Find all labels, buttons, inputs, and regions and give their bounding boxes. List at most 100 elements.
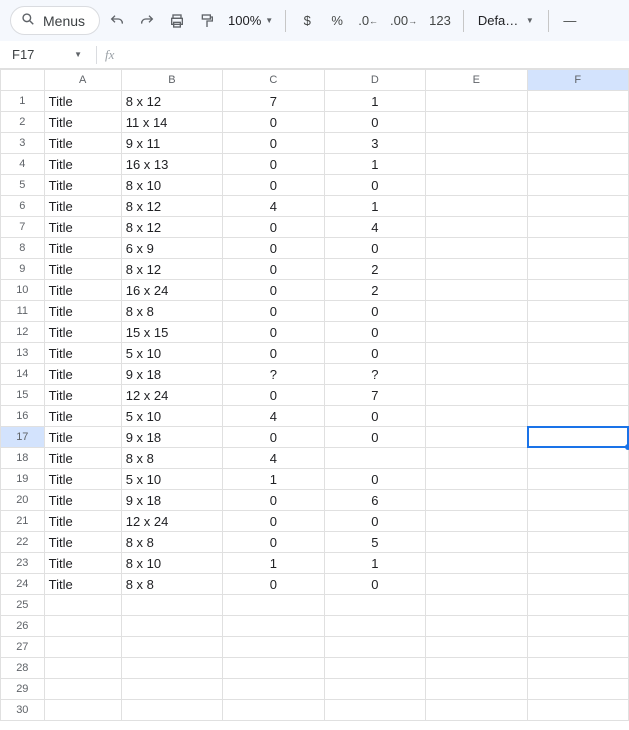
cell-E18[interactable] bbox=[426, 448, 527, 469]
cell-A11[interactable]: Title bbox=[44, 301, 121, 322]
cell-C13[interactable]: 0 bbox=[223, 343, 324, 364]
row-header-5[interactable]: 5 bbox=[1, 175, 45, 196]
cell-F2[interactable] bbox=[527, 112, 628, 133]
cell-E20[interactable] bbox=[426, 490, 527, 511]
cell-E12[interactable] bbox=[426, 322, 527, 343]
cell-F19[interactable] bbox=[527, 469, 628, 490]
cell-F17[interactable] bbox=[527, 427, 628, 448]
cell-C4[interactable]: 0 bbox=[223, 154, 324, 175]
cell-D11[interactable]: 0 bbox=[324, 301, 425, 322]
cell-F10[interactable] bbox=[527, 280, 628, 301]
cell-B13[interactable]: 5 x 10 bbox=[121, 343, 222, 364]
row-header-3[interactable]: 3 bbox=[1, 133, 45, 154]
cell-C15[interactable]: 0 bbox=[223, 385, 324, 406]
cell-F20[interactable] bbox=[527, 490, 628, 511]
cell-D6[interactable]: 1 bbox=[324, 196, 425, 217]
cell-B7[interactable]: 8 x 12 bbox=[121, 217, 222, 238]
row-header-21[interactable]: 21 bbox=[1, 511, 45, 532]
cell-A20[interactable]: Title bbox=[44, 490, 121, 511]
cell-E11[interactable] bbox=[426, 301, 527, 322]
column-header-A[interactable]: A bbox=[44, 70, 121, 91]
cell-E25[interactable] bbox=[426, 595, 527, 616]
cell-C12[interactable]: 0 bbox=[223, 322, 324, 343]
cell-B24[interactable]: 8 x 8 bbox=[121, 574, 222, 595]
cell-D2[interactable]: 0 bbox=[324, 112, 425, 133]
cell-A1[interactable]: Title bbox=[44, 91, 121, 112]
cell-F21[interactable] bbox=[527, 511, 628, 532]
cell-F9[interactable] bbox=[527, 259, 628, 280]
cell-E28[interactable] bbox=[426, 658, 527, 679]
cell-C24[interactable]: 0 bbox=[223, 574, 324, 595]
cell-B12[interactable]: 15 x 15 bbox=[121, 322, 222, 343]
cell-A9[interactable]: Title bbox=[44, 259, 121, 280]
cell-F26[interactable] bbox=[527, 616, 628, 637]
cell-B30[interactable] bbox=[121, 700, 222, 721]
cell-F5[interactable] bbox=[527, 175, 628, 196]
cell-D30[interactable] bbox=[324, 700, 425, 721]
row-header-24[interactable]: 24 bbox=[1, 574, 45, 595]
cell-E2[interactable] bbox=[426, 112, 527, 133]
cell-B1[interactable]: 8 x 12 bbox=[121, 91, 222, 112]
cell-E29[interactable] bbox=[426, 679, 527, 700]
cell-A18[interactable]: Title bbox=[44, 448, 121, 469]
cell-D27[interactable] bbox=[324, 637, 425, 658]
cell-E27[interactable] bbox=[426, 637, 527, 658]
cell-E22[interactable] bbox=[426, 532, 527, 553]
cell-E19[interactable] bbox=[426, 469, 527, 490]
cell-B25[interactable] bbox=[121, 595, 222, 616]
cell-E1[interactable] bbox=[426, 91, 527, 112]
cell-E17[interactable] bbox=[426, 427, 527, 448]
cell-F4[interactable] bbox=[527, 154, 628, 175]
cell-F14[interactable] bbox=[527, 364, 628, 385]
cell-F28[interactable] bbox=[527, 658, 628, 679]
cell-B6[interactable]: 8 x 12 bbox=[121, 196, 222, 217]
cell-B20[interactable]: 9 x 18 bbox=[121, 490, 222, 511]
row-header-28[interactable]: 28 bbox=[1, 658, 45, 679]
cell-A22[interactable]: Title bbox=[44, 532, 121, 553]
decrease-decimal-button[interactable]: .0← bbox=[354, 8, 382, 34]
cell-D15[interactable]: 7 bbox=[324, 385, 425, 406]
cell-C9[interactable]: 0 bbox=[223, 259, 324, 280]
cell-D25[interactable] bbox=[324, 595, 425, 616]
row-header-23[interactable]: 23 bbox=[1, 553, 45, 574]
cell-E5[interactable] bbox=[426, 175, 527, 196]
cell-C1[interactable]: 7 bbox=[223, 91, 324, 112]
cell-C16[interactable]: 4 bbox=[223, 406, 324, 427]
column-header-B[interactable]: B bbox=[121, 70, 222, 91]
print-button[interactable] bbox=[164, 8, 190, 34]
cell-B29[interactable] bbox=[121, 679, 222, 700]
row-header-15[interactable]: 15 bbox=[1, 385, 45, 406]
cell-F6[interactable] bbox=[527, 196, 628, 217]
cell-D10[interactable]: 2 bbox=[324, 280, 425, 301]
row-header-6[interactable]: 6 bbox=[1, 196, 45, 217]
cell-B9[interactable]: 8 x 12 bbox=[121, 259, 222, 280]
cell-D21[interactable]: 0 bbox=[324, 511, 425, 532]
cell-C22[interactable]: 0 bbox=[223, 532, 324, 553]
cell-B21[interactable]: 12 x 24 bbox=[121, 511, 222, 532]
cell-C21[interactable]: 0 bbox=[223, 511, 324, 532]
cell-C2[interactable]: 0 bbox=[223, 112, 324, 133]
cell-F11[interactable] bbox=[527, 301, 628, 322]
cell-A6[interactable]: Title bbox=[44, 196, 121, 217]
cell-E21[interactable] bbox=[426, 511, 527, 532]
cell-F16[interactable] bbox=[527, 406, 628, 427]
cell-F23[interactable] bbox=[527, 553, 628, 574]
formula-input[interactable] bbox=[114, 41, 629, 68]
cell-C5[interactable]: 0 bbox=[223, 175, 324, 196]
cell-A17[interactable]: Title bbox=[44, 427, 121, 448]
cell-B17[interactable]: 9 x 18 bbox=[121, 427, 222, 448]
cell-B3[interactable]: 9 x 11 bbox=[121, 133, 222, 154]
cell-A27[interactable] bbox=[44, 637, 121, 658]
cell-B19[interactable]: 5 x 10 bbox=[121, 469, 222, 490]
cell-D24[interactable]: 0 bbox=[324, 574, 425, 595]
increase-decimal-button[interactable]: .00→ bbox=[386, 8, 421, 34]
row-header-22[interactable]: 22 bbox=[1, 532, 45, 553]
cell-C25[interactable] bbox=[223, 595, 324, 616]
cell-F7[interactable] bbox=[527, 217, 628, 238]
cell-D29[interactable] bbox=[324, 679, 425, 700]
cell-B14[interactable]: 9 x 18 bbox=[121, 364, 222, 385]
redo-button[interactable] bbox=[134, 8, 160, 34]
cell-A16[interactable]: Title bbox=[44, 406, 121, 427]
cell-C27[interactable] bbox=[223, 637, 324, 658]
format-percent-button[interactable]: % bbox=[324, 8, 350, 34]
